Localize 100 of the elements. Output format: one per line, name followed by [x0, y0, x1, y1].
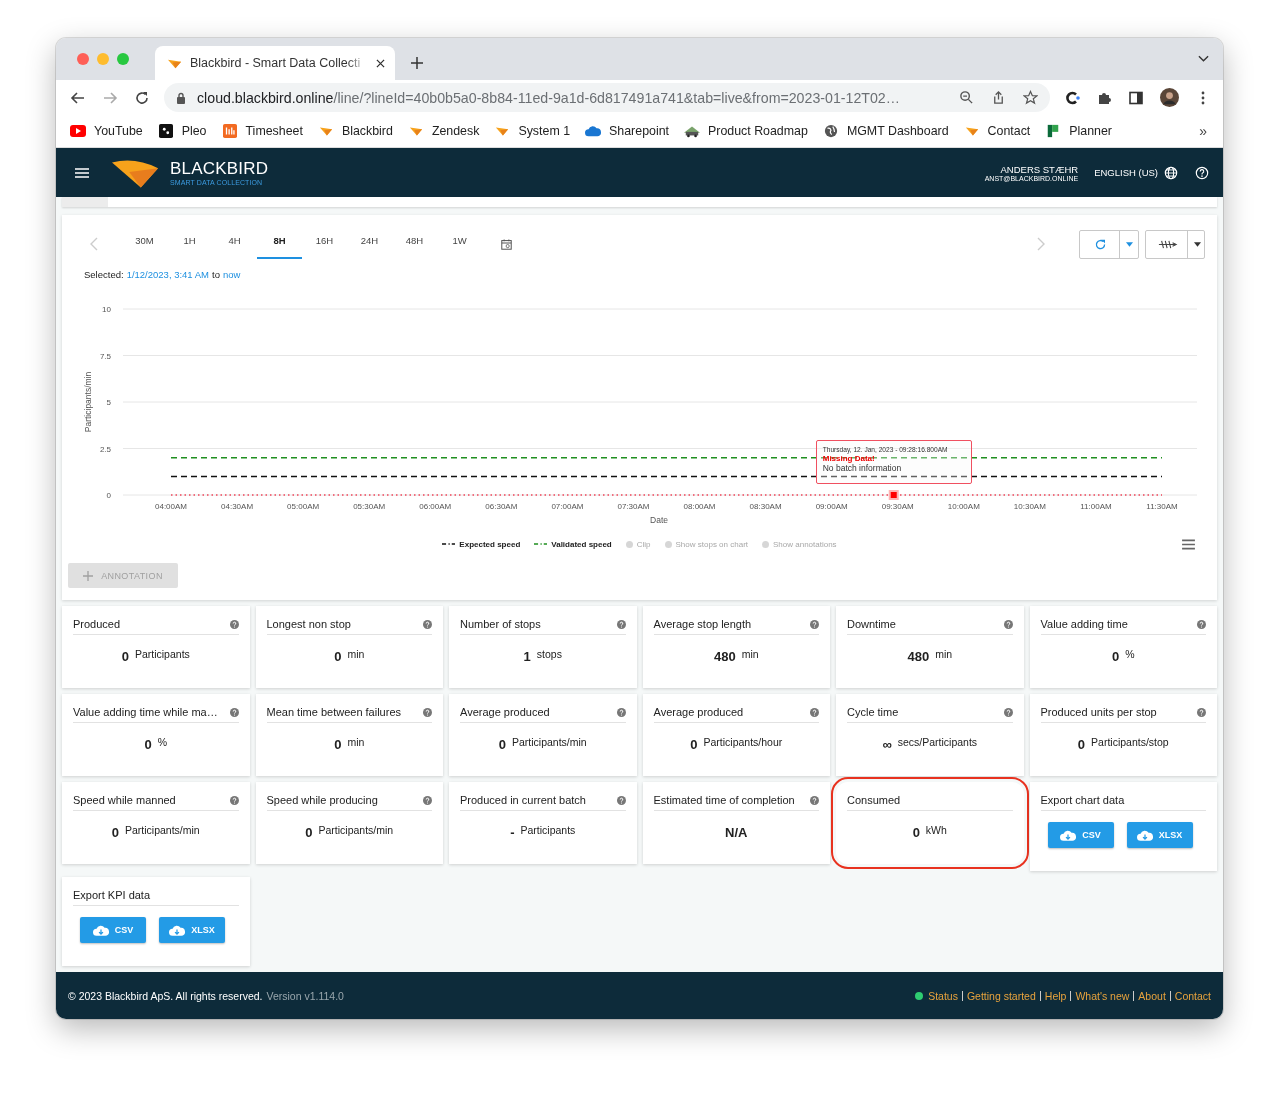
card-title: Average produced — [460, 706, 550, 718]
filter-button[interactable] — [1145, 229, 1205, 259]
bookmark[interactable]: Product Roadmap — [684, 124, 808, 138]
legend-item[interactable]: Expected speed — [442, 539, 521, 549]
x-tick-label: 07:00AM — [551, 502, 584, 511]
cloud-download-icon — [169, 924, 186, 936]
new-tab-icon[interactable] — [411, 57, 423, 69]
y-tick-label: 2.5 — [99, 444, 111, 454]
range-tab[interactable]: 1W — [437, 229, 482, 259]
from-date-link[interactable]: 1/12/2023, 3:41 AM — [126, 269, 210, 285]
card-title: Downtime — [847, 618, 896, 630]
star-icon[interactable] — [1023, 90, 1038, 105]
range-tab[interactable]: 1H — [167, 229, 212, 259]
card-title: Average produced — [653, 706, 744, 718]
legend-item[interactable]: Validated speed — [534, 539, 612, 549]
bookmark[interactable]: Blackbird — [317, 124, 393, 138]
refresh-button[interactable] — [1079, 229, 1139, 259]
kpi-value: N/A — [725, 825, 748, 840]
kpi-unit: min — [935, 648, 953, 660]
tooltip-text: No batch information — [822, 463, 903, 473]
reload-icon[interactable] — [134, 89, 150, 106]
bookmark[interactable]: Timesheet — [221, 124, 303, 138]
help-icon[interactable] — [1195, 165, 1209, 180]
kpi-unit: % — [1125, 648, 1135, 660]
tile-icon — [157, 124, 174, 138]
kpi-unit: Participants/min — [125, 824, 200, 836]
copyright-text: © 2023 Blackbird ApS. All rights reserved. — [68, 989, 263, 1002]
kpi-unit: min — [347, 648, 365, 660]
cloud-download-icon — [92, 924, 109, 936]
kpi-value: 0 — [334, 649, 342, 664]
kpi-value: 0 — [1077, 737, 1086, 752]
range-tab[interactable]: 48H — [392, 229, 437, 259]
x-axis-label: Date — [650, 515, 668, 525]
card-title: Longest non stop — [266, 618, 351, 630]
bookmark[interactable]: Planner — [1045, 124, 1112, 138]
kpi-unit: Participants — [520, 824, 576, 836]
browser-tab[interactable]: Blackbird - Smart Data Collecti — [155, 46, 395, 80]
version-text: Version v1.114.0 — [266, 989, 344, 1002]
kpi-value: - — [510, 825, 515, 840]
card-title: Value adding time — [1040, 618, 1128, 630]
status-link[interactable]: Status — [928, 989, 958, 1002]
card-title: Produced in current batch — [460, 794, 586, 806]
card-title: Average stop length — [653, 618, 752, 630]
close-window-button[interactable] — [77, 53, 89, 65]
forward-icon[interactable] — [102, 89, 118, 106]
kpi-value: 0 — [144, 737, 152, 752]
x-tick-label: 10:30AM — [1013, 502, 1046, 511]
sidebar-icon[interactable] — [1128, 89, 1144, 106]
calendar-icon[interactable] — [501, 238, 512, 250]
play-icon — [70, 124, 86, 138]
footer-link[interactable]: Contact — [1169, 990, 1211, 1001]
card-title: Mean time between failures — [266, 706, 401, 718]
share-icon[interactable] — [991, 90, 1006, 105]
range-tab[interactable]: 4H — [212, 229, 257, 259]
selection-label: Selected: — [84, 269, 124, 282]
card-title: Produced — [73, 618, 121, 630]
extension-icon[interactable] — [1064, 89, 1080, 106]
missing-data-marker[interactable] — [888, 490, 899, 500]
to-date-link[interactable]: now — [222, 269, 241, 285]
y-tick-label: 7.5 — [99, 351, 111, 361]
back-icon[interactable] — [70, 89, 86, 106]
bookmark[interactable]: YouTube — [70, 124, 143, 138]
close-icon[interactable] — [376, 58, 385, 68]
cloud-icon — [585, 124, 602, 138]
avatar-icon[interactable] — [1160, 87, 1179, 108]
footer-link[interactable]: What's new — [1070, 990, 1130, 1001]
bookmark[interactable]: Contact — [963, 124, 1031, 138]
footer-link[interactable]: Getting started — [961, 990, 1036, 1001]
bookmark[interactable]: Zendesk — [407, 124, 480, 138]
menu-icon[interactable] — [1182, 539, 1195, 550]
footer-link[interactable]: About — [1133, 990, 1166, 1001]
card-title: Speed while manned — [73, 794, 176, 806]
range-tab[interactable]: 30M — [122, 229, 167, 259]
globe-icon[interactable] — [1164, 165, 1178, 180]
bookmark[interactable]: System 1 — [494, 124, 571, 138]
y-tick-label: 0 — [106, 491, 111, 500]
range-tab[interactable]: 8H — [257, 229, 302, 259]
zoom-out-icon[interactable] — [959, 90, 974, 105]
bookmark[interactable]: Sharepoint — [585, 124, 669, 138]
chevron-down-icon[interactable] — [1198, 55, 1209, 63]
bookmark[interactable]: MGMT Dashboard — [822, 124, 949, 138]
more-bookmarks-button[interactable]: » — [1199, 123, 1207, 139]
address-bar[interactable]: cloud.blackbird.online/line/?lineId=40b0b5a0-8b84-11ed-9a1d-6d817491a741&tab=live&from=2023-01-12T02… — [164, 83, 1050, 112]
plus-icon — [83, 570, 94, 581]
language-selector[interactable]: ENGLISH (US) — [1094, 167, 1158, 178]
y-tick-label: 10 — [102, 305, 111, 314]
globe-icon — [822, 124, 839, 138]
fence-icon — [1158, 238, 1178, 250]
caret-icon[interactable] — [1194, 241, 1201, 247]
refresh-icon — [1094, 237, 1107, 251]
kpi-unit: Participants — [134, 648, 190, 660]
cloud-download-icon — [1136, 829, 1153, 841]
x-tick-label: 08:30AM — [749, 502, 782, 511]
toggle-dot-icon — [762, 540, 769, 548]
range-tab[interactable]: 24H — [347, 229, 392, 259]
kpi-unit: stops — [536, 648, 562, 660]
bookmark[interactable]: Pleo — [157, 124, 207, 138]
range-tab[interactable]: 16H — [302, 229, 347, 259]
footer-link[interactable]: Help — [1039, 990, 1067, 1001]
car-icon — [684, 124, 700, 138]
